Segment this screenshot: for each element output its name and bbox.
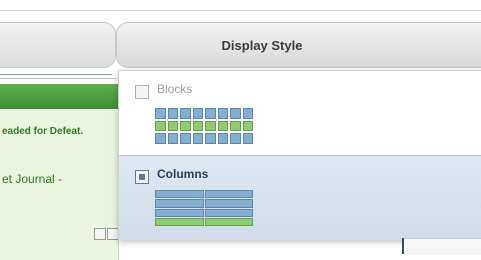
section-header-bar (0, 84, 118, 109)
panel-divider (0, 74, 112, 75)
story-headline[interactable]: eaded for Defeat. (2, 126, 83, 137)
panel-divider-secondary (0, 78, 116, 79)
blocks-preview-icon (155, 108, 253, 144)
story-panel (0, 74, 125, 260)
option-columns[interactable]: Columns (119, 155, 481, 240)
story-source: et Journal - (2, 172, 63, 186)
display-style-label: Display Style (221, 37, 303, 53)
expand-icon[interactable] (94, 228, 106, 240)
left-tab[interactable] (0, 22, 116, 68)
blocks-label: Blocks (157, 82, 193, 96)
top-divider (0, 10, 481, 11)
content-panel-corner (404, 238, 481, 255)
columns-label: Columns (157, 167, 209, 181)
display-style-tab[interactable]: Display Style (116, 22, 481, 68)
blocks-checkbox[interactable] (135, 85, 149, 99)
tab-bar: Display Style (0, 22, 481, 68)
columns-checkbox[interactable] (135, 170, 149, 184)
option-blocks[interactable]: Blocks (119, 71, 481, 153)
columns-preview-icon (155, 190, 253, 226)
display-style-menu: Blocks Columns (118, 70, 481, 240)
